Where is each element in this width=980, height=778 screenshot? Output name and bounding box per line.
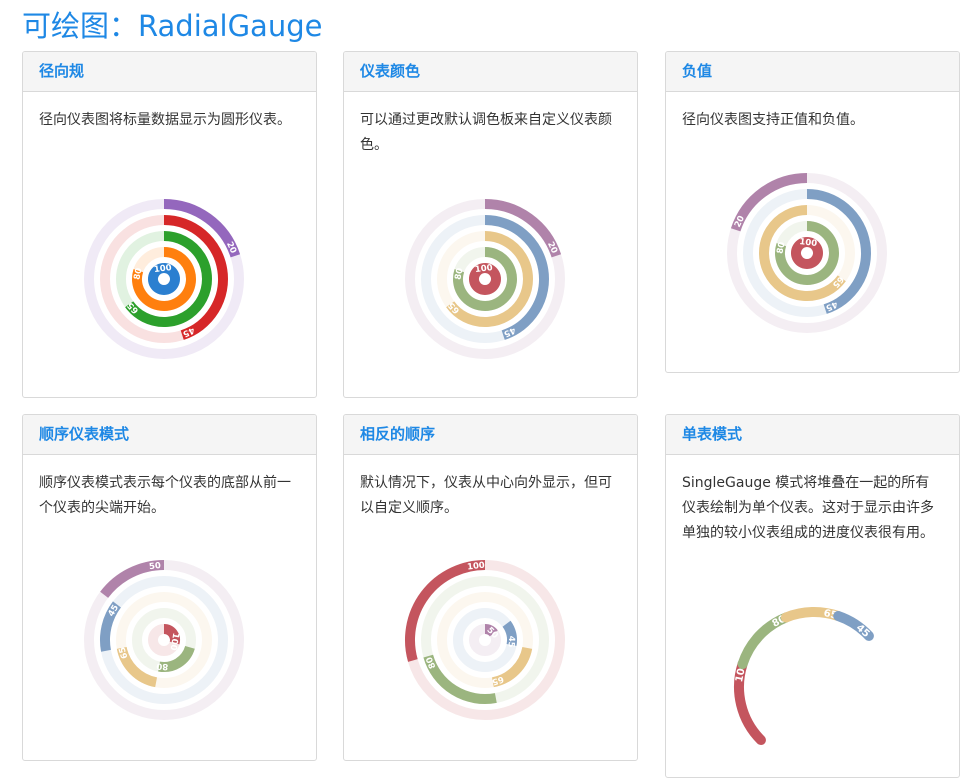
- radial-gauge-chart: 10080654520: [84, 199, 244, 359]
- gauge-label: 80: [132, 267, 144, 281]
- gauge-track: [453, 608, 517, 672]
- card-title: 单表模式: [666, 415, 959, 455]
- card-title: 相反的顺序: [344, 415, 637, 455]
- gauge-label: 50: [149, 561, 162, 572]
- gauge-label: 80: [453, 267, 465, 281]
- card-sequential-mode: 顺序仪表模式 顺序仪表模式表示每个仪表的底部从前一个仪表的尖端开始。 100 80…: [22, 414, 317, 761]
- card-radial-gauge: 径向规 径向仪表图将标量数据显示为圆形仪表。 100 80 65 45 20: [22, 51, 317, 398]
- card-single-gauge-mode: 单表模式 SingleGauge 模式将堆叠在一起的所有仪表绘制为单个仪表。这对…: [665, 414, 960, 778]
- radial-gauge-chart: 50456580100: [405, 560, 565, 720]
- gauge-label: 80: [156, 661, 169, 672]
- card-title: 仪表颜色: [344, 52, 637, 92]
- gauge-label: 80: [775, 241, 787, 255]
- radial-gauge-chart: 10080654520: [727, 173, 887, 333]
- gauge-label: 45: [506, 635, 517, 648]
- card-negative-values: 负值 径向仪表图支持正值和负值。 100 80 65 45 20: [665, 51, 960, 373]
- radial-gauge-chart: 10080654520: [405, 199, 565, 359]
- card-title: 顺序仪表模式: [23, 415, 316, 455]
- card-gauge-colors: 仪表颜色 可以通过更改默认调色板来自定义仪表颜色。 100 80 65 45 20: [343, 51, 638, 398]
- card-reversed-order: 相反的顺序 默认情况下，仪表从中心向外显示，但可以自定义顺序。 50 45 65 80…: [343, 414, 638, 761]
- gauge-label: 100: [467, 561, 486, 573]
- radial-gauge-chart: 10080654550: [84, 560, 244, 720]
- single-gauge-chart: 10080 6545: [734, 607, 874, 746]
- card-title: 负值: [666, 52, 959, 92]
- page-title: 可绘图：RadialGauge: [22, 9, 323, 43]
- card-title: 径向规: [23, 52, 316, 92]
